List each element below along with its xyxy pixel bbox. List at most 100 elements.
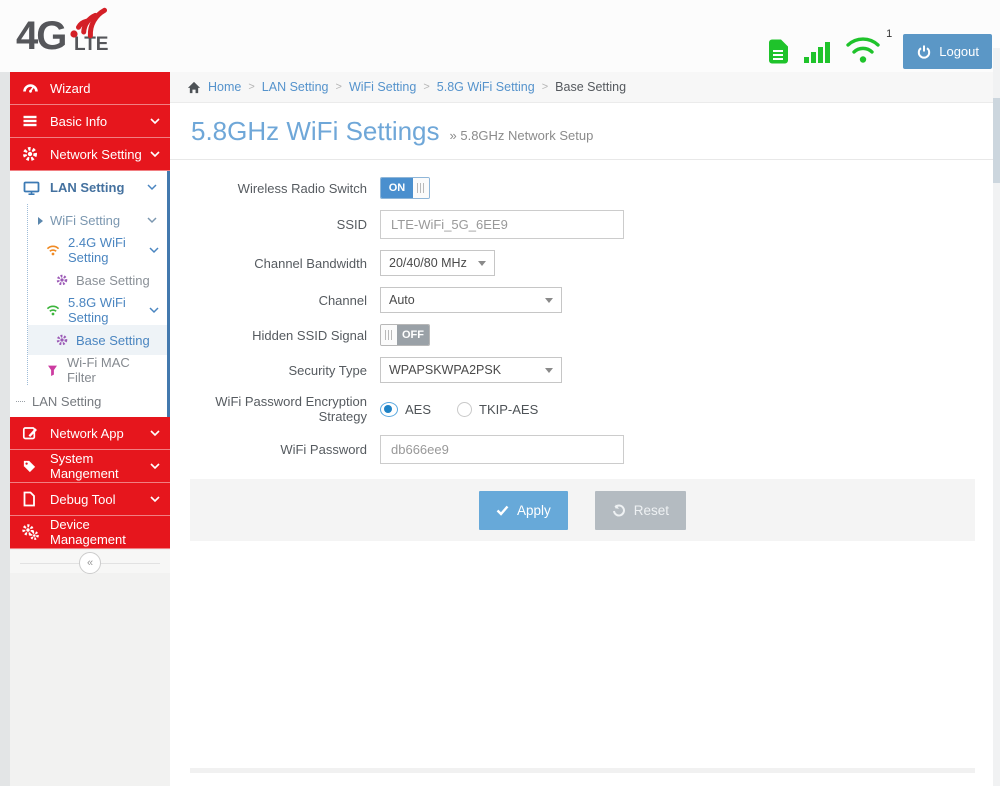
chevron-down-icon (149, 246, 159, 254)
sidebar-item-network-setting[interactable]: Network Setting (10, 138, 170, 171)
radio-selected-icon[interactable] (380, 401, 398, 417)
sidebar-item-network-app[interactable]: Network App (10, 417, 170, 450)
reset-button[interactable]: Reset (594, 490, 687, 530)
wifi-icon-orange (46, 244, 60, 256)
channel-bandwidth-label: Channel Bandwidth (254, 255, 367, 271)
wireless-radio-toggle[interactable]: ON (380, 177, 430, 199)
breadcrumb-home[interactable]: Home (208, 80, 241, 94)
sidebar-item-label: Network App (50, 425, 124, 441)
sidebar-item-lan-setting-sub[interactable]: LAN Setting (10, 385, 167, 417)
sidebar-item-label: 2.4G WiFi Setting (68, 235, 126, 265)
breadcrumb-wifi-setting[interactable]: WiFi Setting (349, 80, 416, 94)
wifi-status-icon (846, 37, 880, 63)
breadcrumb-lan-setting[interactable]: LAN Setting (262, 80, 329, 94)
sidebar-item-wizard[interactable]: Wizard (10, 72, 170, 105)
apply-button[interactable]: Apply (478, 490, 568, 530)
caret-down-icon (545, 367, 553, 373)
wireless-radio-label: Wireless Radio Switch (237, 180, 367, 196)
sidebar-item-basic-info[interactable]: Basic Info (10, 105, 170, 138)
channel-bandwidth-value: 20/40/80 MHz (389, 256, 467, 270)
sidebar-item-24g-wifi-setting[interactable]: 2.4G WiFi Setting (28, 235, 167, 265)
radio-option-aes[interactable]: AES (380, 401, 432, 417)
security-type-select[interactable]: WPAPSKWPA2PSK (380, 357, 562, 383)
logo-signal-icon (70, 7, 108, 39)
sidebar-item-base-setting-58g[interactable]: Base Setting (28, 325, 180, 355)
sidebar-item-label: Base Setting (76, 332, 150, 348)
sidebar-item-debug-tool[interactable]: Debug Tool (10, 483, 170, 516)
logout-button[interactable]: Logout (903, 34, 992, 69)
gauge-icon (22, 80, 39, 96)
security-type-value: WPAPSKWPA2PSK (389, 363, 502, 377)
gears-icon (22, 524, 39, 540)
toggle-off-label: OFF (397, 325, 429, 345)
sidebar-item-label: System Mangement (50, 451, 119, 481)
sidebar-menu: Wizard Basic Info Network Setting LAN Se… (10, 72, 180, 576)
power-icon (918, 45, 931, 59)
sidebar-item-label: Basic Info (50, 113, 108, 129)
page-header: 5.8GHz WiFi Settings » 5.8GHz Network Se… (170, 103, 1000, 160)
wifi-password-label: WiFi Password (280, 442, 367, 457)
scrollbar-thumb[interactable] (993, 98, 1000, 183)
sidebar-item-wifi-setting[interactable]: WiFi Setting (28, 206, 167, 235)
sidebar-submenu: LAN Setting WiFi Setting 2.4G WiFi Setti… (10, 171, 180, 417)
sidebar-item-base-setting-24g[interactable]: Base Setting (28, 265, 167, 295)
sidebar-item-label: 5.8G WiFi Setting (68, 295, 126, 325)
submenu-tree: WiFi Setting 2.4G WiFi Setting Base Sett… (27, 204, 180, 385)
sidebar-item-device-management[interactable]: Device Management (10, 516, 170, 549)
caret-down-icon (478, 260, 486, 266)
top-header: 4G LTE 1 Logout (0, 0, 1000, 72)
sidebar-item-lan-setting[interactable]: LAN Setting (10, 171, 167, 204)
toggle-on-label: ON (381, 178, 413, 198)
channel-value: Auto (389, 293, 415, 307)
page-scrollbar[interactable] (993, 48, 1000, 786)
home-icon (187, 81, 201, 93)
radio-unselected-icon[interactable] (457, 401, 473, 417)
chevron-down-icon (150, 462, 160, 470)
sidebar-item-wifi-mac-filter[interactable]: Wi-Fi MAC Filter (28, 355, 167, 385)
breadcrumb-58g-wifi-setting[interactable]: 5.8G WiFi Setting (437, 80, 535, 94)
brand-logo: 4G LTE (16, 7, 126, 66)
wifi-count-badge: 1 (886, 28, 893, 40)
sidebar-item-system-mangement[interactable]: System Mangement (10, 450, 170, 483)
security-type-label: Security Type (288, 362, 367, 378)
wifi-password-input[interactable] (380, 435, 624, 464)
sidebar-item-label: LAN Setting (50, 180, 125, 195)
sidebar-item-label: Debug Tool (50, 491, 116, 507)
apply-label: Apply (516, 502, 551, 518)
ssid-label: SSID (336, 217, 367, 232)
radio-option-tkip-aes[interactable]: TKIP-AES (457, 401, 539, 417)
chevron-down-icon (150, 495, 160, 503)
hidden-ssid-toggle[interactable]: OFF (380, 324, 430, 346)
logout-label: Logout (939, 44, 979, 59)
radio-label-aes: AES (405, 401, 432, 417)
chevron-down-icon (150, 150, 160, 158)
toggle-grip (381, 325, 397, 345)
sidebar-filler (10, 573, 170, 786)
sidebar-item-label: Wizard (50, 80, 91, 96)
toggle-grip (413, 178, 429, 198)
list-icon (22, 113, 39, 129)
sidebar-left-strip (0, 72, 10, 786)
content-bottom-divider (190, 768, 975, 773)
logo-text-4g: 4G (16, 14, 67, 58)
encryption-radio-group: AES TKIP-AES (380, 401, 539, 417)
channel-bandwidth-select[interactable]: 20/40/80 MHz (380, 250, 495, 276)
page-title: 5.8GHz WiFi Settings (191, 116, 440, 146)
reset-icon (612, 504, 625, 516)
encryption-strategy-label: WiFi Password Encryption Strategy (215, 394, 367, 424)
sidebar-item-label: Base Setting (76, 272, 150, 288)
sidebar-item-label: Device Management (50, 517, 126, 547)
chevron-down-icon (147, 217, 157, 224)
ssid-input[interactable] (380, 210, 624, 239)
monitor-icon (23, 180, 40, 196)
radio-label-tkip-aes: TKIP-AES (479, 401, 539, 417)
triangle-right-icon (38, 216, 43, 225)
breadcrumb-separator: > (423, 81, 430, 93)
sidebar-item-58g-wifi-setting[interactable]: 5.8G WiFi Setting (28, 295, 167, 325)
channel-select[interactable]: Auto (380, 287, 562, 313)
breadcrumb: Home > LAN Setting > WiFi Setting > 5.8G… (170, 72, 1000, 103)
sidebar-collapse-button[interactable]: « (79, 552, 101, 574)
breadcrumb-separator: > (541, 81, 549, 93)
wifi-settings-form: Wireless Radio Switch ON SSID Channel Ba… (170, 160, 1000, 464)
sidebar-item-label: Network Setting (50, 146, 142, 162)
